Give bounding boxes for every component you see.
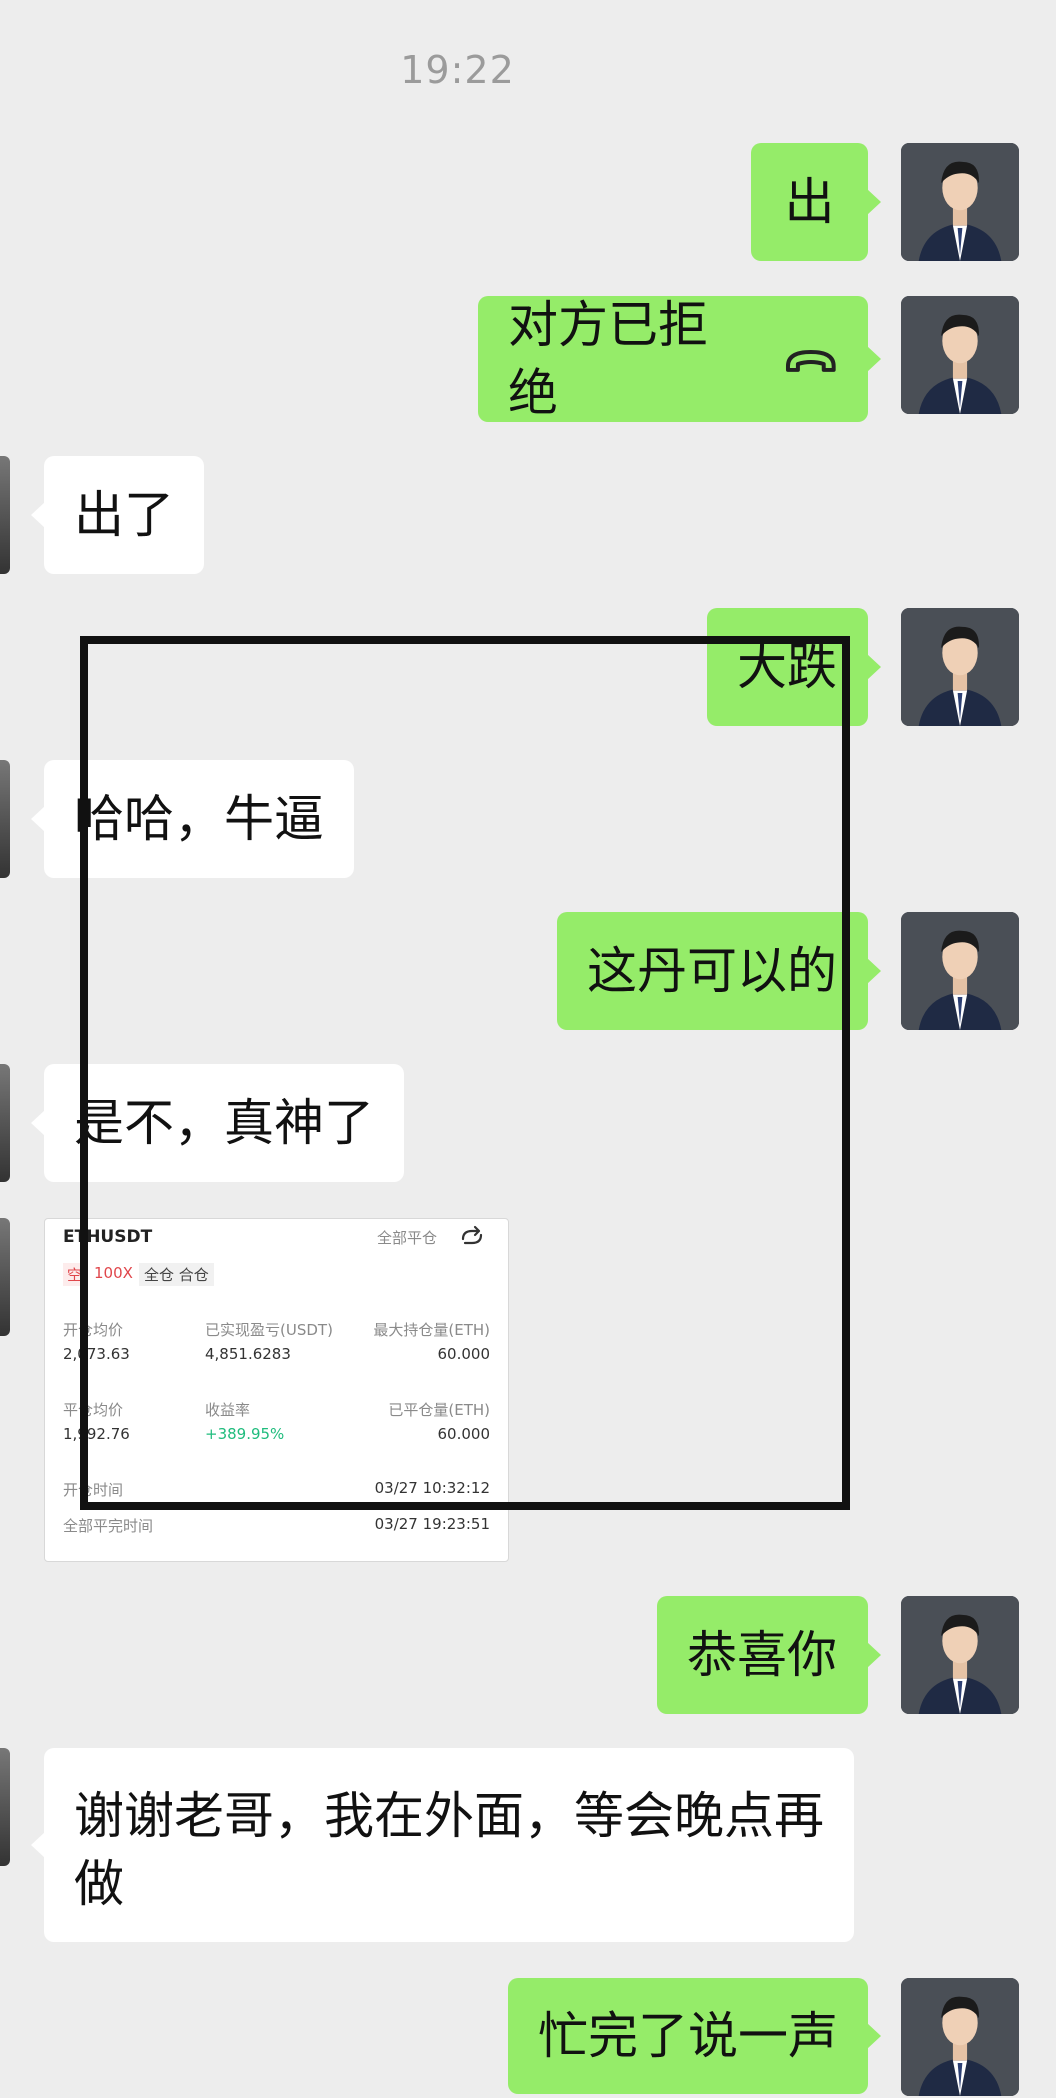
open-price-label: 开仓均价 [63, 1321, 124, 1339]
message-text: 对方已拒绝 [508, 296, 708, 422]
trade-screenshot-image[interactable]: ETHUSDT 全部平仓 空 100X 全仓 合仓 开仓均价 2,073.63 … [44, 1218, 509, 1562]
message-bubble-outgoing[interactable]: 出 [751, 143, 881, 261]
open-time-value: 03/27 10:32:12 [374, 1479, 490, 1497]
contact-avatar[interactable] [0, 1064, 10, 1182]
my-avatar[interactable] [901, 143, 1019, 261]
max-position-label: 最大持仓量(ETH) [373, 1321, 490, 1339]
close-price-value: 1,992.76 [63, 1425, 130, 1443]
leverage-tag: 100X [94, 1264, 133, 1282]
message-bubble-incoming[interactable]: 哈哈，牛逼 [31, 760, 354, 878]
call-declined-bubble[interactable]: 对方已拒绝 [478, 296, 881, 422]
my-avatar[interactable] [901, 296, 1019, 414]
realized-pnl-value: 4,851.6283 [205, 1345, 291, 1363]
position-side-tag: 空 [63, 1263, 87, 1286]
my-avatar[interactable] [901, 1978, 1019, 2096]
open-price-value: 2,073.63 [63, 1345, 130, 1363]
open-time-label: 开仓时间 [63, 1481, 124, 1499]
closed-position-value: 60.000 [437, 1425, 491, 1443]
trade-symbol: ETHUSDT [63, 1227, 153, 1247]
my-avatar[interactable] [901, 608, 1019, 726]
person-avatar-icon [901, 1596, 1019, 1714]
share-icon [461, 1225, 483, 1245]
message-bubble-outgoing[interactable]: 忙完了说一声 [508, 1978, 881, 2094]
message-text: 谢谢老哥，我在外面，等会晚点再做 [74, 1787, 824, 1913]
contact-avatar[interactable] [0, 1218, 10, 1336]
phone-hangup-icon [786, 350, 837, 372]
return-rate-value: +389.95% [205, 1425, 285, 1443]
close-time-label: 全部平完时间 [63, 1517, 154, 1535]
person-avatar-icon [901, 608, 1019, 726]
person-avatar-icon [901, 1978, 1019, 2096]
contact-avatar[interactable] [0, 760, 10, 878]
close-time-value: 03/27 19:23:51 [374, 1515, 490, 1533]
person-avatar-icon [901, 143, 1019, 261]
contact-avatar[interactable] [0, 1748, 10, 1866]
my-avatar[interactable] [901, 1596, 1019, 1714]
message-bubble-outgoing[interactable]: 大跌 [707, 608, 881, 726]
return-rate-label: 收益率 [205, 1401, 251, 1419]
message-bubble-incoming[interactable]: 是不，真神了 [31, 1064, 404, 1182]
person-avatar-icon [901, 296, 1019, 414]
message-text: 忙完了说一声 [538, 2007, 838, 2065]
close-price-label: 平仓均价 [63, 1401, 124, 1419]
message-bubble-incoming[interactable]: 出了 [31, 456, 204, 574]
message-text: 恭喜你 [687, 1626, 837, 1684]
message-text: 出 [784, 173, 835, 231]
person-avatar-icon [901, 912, 1019, 1030]
contact-avatar[interactable] [0, 456, 10, 574]
message-text: 出了 [74, 486, 174, 544]
message-text: 是不，真神了 [74, 1094, 374, 1152]
message-bubble-incoming[interactable]: 谢谢老哥，我在外面，等会晚点再做 [31, 1748, 854, 1942]
message-text: 哈哈，牛逼 [74, 790, 324, 848]
message-bubble-outgoing[interactable]: 恭喜你 [657, 1596, 881, 1714]
message-bubble-outgoing[interactable]: 这丹可以的 [557, 912, 881, 1030]
chat-timestamp: 19:22 [400, 48, 515, 92]
message-text: 这丹可以的 [587, 942, 837, 1000]
realized-pnl-label: 已实现盈亏(USDT) [205, 1321, 333, 1339]
max-position-value: 60.000 [437, 1345, 491, 1363]
margin-mode-tag: 全仓 合仓 [139, 1263, 214, 1286]
closed-position-label: 已平仓量(ETH) [388, 1401, 490, 1419]
my-avatar[interactable] [901, 912, 1019, 1030]
close-all-label: 全部平仓 [377, 1229, 438, 1247]
message-text: 大跌 [737, 638, 837, 696]
